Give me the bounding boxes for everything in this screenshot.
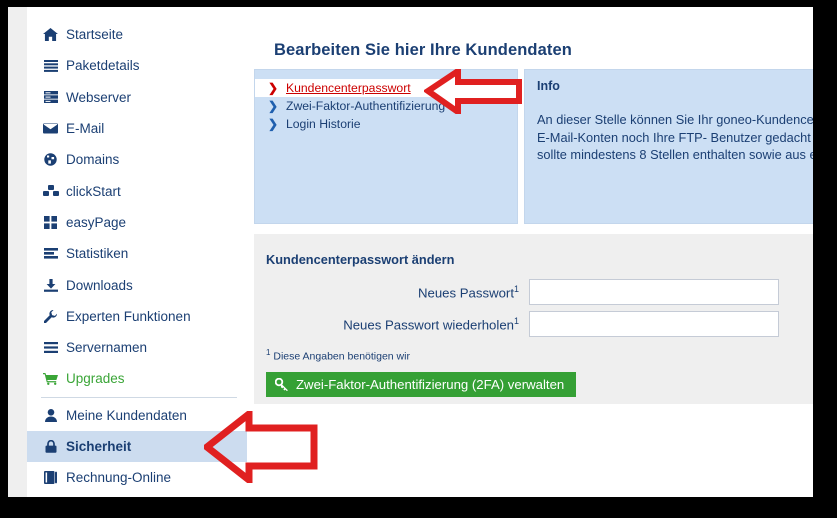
subnav-panel: ❯ Kundencenterpasswort ❯ Zwei-Faktor-Aut… xyxy=(254,69,518,224)
subnav-link-label: Zwei-Faktor-Authentifizierung xyxy=(286,99,446,113)
footnote-text: Diese Angaben benötigen wir xyxy=(270,350,410,363)
sidebar-item-servernamen[interactable]: Servernamen xyxy=(27,332,247,363)
required-marker: 1 xyxy=(513,315,519,326)
subnav-link-kundencenterpasswort[interactable]: ❯ Kundencenterpasswort xyxy=(255,79,517,97)
chevron-right-icon: ❯ xyxy=(268,117,279,131)
sidebar-item-sicherheit[interactable]: Sicherheit xyxy=(27,430,247,463)
subnav-link-label: Login Historie xyxy=(286,117,361,131)
chart-icon xyxy=(42,247,59,260)
globe-icon xyxy=(42,153,59,167)
sidebar-divider xyxy=(41,396,237,398)
grid-icon xyxy=(42,215,59,229)
sidebar-item-label: Rechnung-Online xyxy=(66,470,172,486)
wrench-icon xyxy=(42,309,59,323)
subnav-link-list: ❯ Kundencenterpasswort ❯ Zwei-Faktor-Aut… xyxy=(255,70,517,133)
book-icon xyxy=(42,471,59,485)
bars-icon xyxy=(42,342,59,354)
form-heading: Kundencenterpasswort ändern xyxy=(266,252,455,267)
list-icon xyxy=(42,59,59,72)
required-marker: 1 xyxy=(513,283,519,294)
manage-2fa-button-label: Zwei-Faktor-Authentifizierung (2FA) verw… xyxy=(296,377,565,392)
download-icon xyxy=(42,278,59,292)
page-title: Bearbeiten Sie hier Ihre Kundendaten xyxy=(274,41,572,60)
home-icon xyxy=(42,28,59,42)
sidebar-item-label: Experten Funktionen xyxy=(66,308,191,324)
form-footnote: 1 Diese Angaben benötigen wir xyxy=(266,348,410,363)
subnav-link-label: Kundencenterpasswort xyxy=(286,81,411,95)
sidebar-item-easypage[interactable]: easyPage xyxy=(27,207,247,238)
repeat-password-label-text: Neues Passwort wiederholen xyxy=(343,317,514,333)
info-panel-line-3: sollte mindestens 8 Stellen enthalten so… xyxy=(537,147,813,163)
info-panel-line-2: E-Mail-Konten noch Ihre FTP- Benutzer ge… xyxy=(537,129,813,145)
sidebar-item-label: Meine Kundendaten xyxy=(66,407,187,423)
cubes-icon xyxy=(42,185,59,197)
info-panel-line-1: An dieser Stelle können Sie Ihr goneo-Ku… xyxy=(537,112,813,127)
sidebar-item-label: E-Mail xyxy=(66,121,105,137)
sidebar-item-paketdetails[interactable]: Paketdetails xyxy=(27,50,247,81)
chevron-right-icon: ❯ xyxy=(268,81,279,95)
sidebar-item-label: Upgrades xyxy=(66,371,125,387)
sidebar-item-statistiken[interactable]: Statistiken xyxy=(27,238,247,269)
sidebar-item-label: clickStart xyxy=(66,183,121,199)
sidebar-item-webserver[interactable]: Webserver xyxy=(27,82,247,113)
password-change-form: Kundencenterpasswort ändern Neues Passwo… xyxy=(254,234,813,404)
sidebar-item-experten-funktionen[interactable]: Experten Funktionen xyxy=(27,301,247,332)
sidebar-item-email[interactable]: E-Mail xyxy=(27,113,247,144)
field-row-repeat-password: Neues Passwort wiederholen1 xyxy=(254,310,813,338)
sidebar-item-clickstart[interactable]: clickStart xyxy=(27,175,247,206)
sidebar-item-startseite[interactable]: Startseite xyxy=(27,19,247,50)
repeat-password-input[interactable] xyxy=(529,311,779,337)
sidebar-item-service-hilfe[interactable]: Service/Hilfe xyxy=(27,493,247,497)
new-password-label: Neues Passwort1 xyxy=(254,284,529,300)
sidebar-item-label: Webserver xyxy=(66,89,132,105)
browser-viewport: Startseite Paketdetails Webserver E-Mail xyxy=(8,7,813,497)
sidebar-item-label: Domains xyxy=(66,152,120,168)
sidebar-item-downloads[interactable]: Downloads xyxy=(27,269,247,300)
cart-icon xyxy=(42,372,59,385)
field-row-new-password: Neues Passwort1 xyxy=(254,278,813,306)
sidebar-item-label: Statistiken xyxy=(66,246,129,262)
info-panel: Info An dieser Stelle können Sie Ihr gon… xyxy=(524,69,813,224)
sidebar-item-upgrades[interactable]: Upgrades xyxy=(27,363,247,394)
server-icon xyxy=(42,91,59,104)
info-panel-body: An dieser Stelle können Sie Ihr goneo-Ku… xyxy=(525,93,813,164)
chevron-right-icon: ❯ xyxy=(268,99,279,113)
manage-2fa-button[interactable]: Zwei-Faktor-Authentifizierung (2FA) verw… xyxy=(266,372,577,397)
sidebar-item-label: Sicherheit xyxy=(66,439,132,454)
new-password-input[interactable] xyxy=(529,279,779,305)
subnav-link-zwei-faktor-authentifizierung[interactable]: ❯ Zwei-Faktor-Authentifizierung xyxy=(255,97,517,115)
sidebar-item-label: Downloads xyxy=(66,277,133,293)
sidebar-item-domains[interactable]: Domains xyxy=(27,144,247,175)
page-left-gutter xyxy=(8,7,27,497)
info-panel-title: Info xyxy=(537,79,560,93)
lock-icon xyxy=(42,440,59,453)
sidebar-item-label: Startseite xyxy=(66,27,124,43)
subnav-link-login-historie[interactable]: ❯ Login Historie xyxy=(255,115,517,133)
sidebar-item-label: Servernamen xyxy=(66,340,148,356)
main-content: Bearbeiten Sie hier Ihre Kundendaten ❯ K… xyxy=(247,7,813,497)
repeat-password-label: Neues Passwort wiederholen1 xyxy=(254,316,529,332)
user-icon xyxy=(42,408,59,422)
envelope-icon xyxy=(42,123,59,134)
sidebar-item-label: Paketdetails xyxy=(66,58,140,74)
sidebar-item-meine-kundendaten[interactable]: Meine Kundendaten xyxy=(27,400,247,431)
screenshot-frame: Startseite Paketdetails Webserver E-Mail xyxy=(0,0,837,518)
sidebar-item-rechnung-online[interactable]: Rechnung-Online xyxy=(27,462,247,493)
key-icon xyxy=(275,378,289,391)
sidebar-navigation: Startseite Paketdetails Webserver E-Mail xyxy=(27,7,247,497)
sidebar-item-label: easyPage xyxy=(66,214,127,230)
new-password-label-text: Neues Passwort xyxy=(417,285,514,301)
